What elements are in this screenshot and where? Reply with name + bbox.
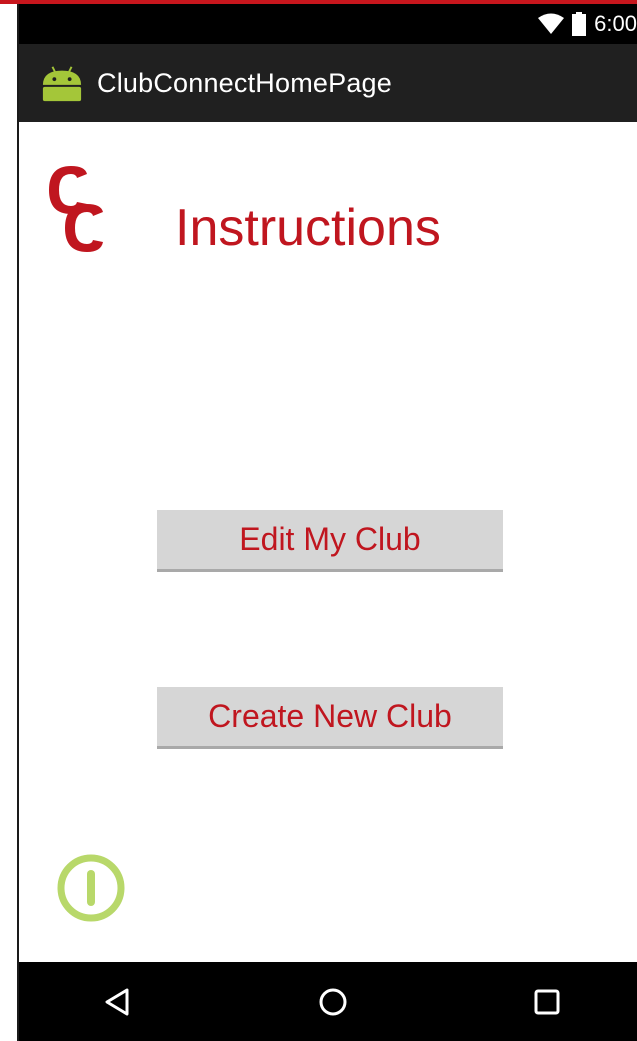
status-time: 6:00 [594,11,637,36]
home-icon[interactable] [311,980,355,1024]
create-new-club-button[interactable]: Create New Club [157,687,503,749]
status-icons: 6:00 [538,4,637,44]
android-icon [41,62,83,104]
screen: 6:00 ClubConnectHomePage Instructions Ed… [0,0,637,1041]
power-icon[interactable] [55,852,127,924]
navigation-bar [19,962,637,1041]
main-content: Instructions Edit My Club Create New Clu… [19,122,637,962]
status-bar: 6:00 [19,4,637,44]
edit-my-club-button[interactable]: Edit My Club [157,510,503,572]
recents-icon[interactable] [525,980,569,1024]
action-bar: ClubConnectHomePage [19,44,637,122]
back-icon[interactable] [95,980,139,1024]
page-heading: Instructions [175,199,441,257]
wifi-icon [538,13,565,35]
club-connect-logo [41,164,111,256]
battery-icon [572,12,587,36]
app-title: ClubConnectHomePage [97,67,392,98]
